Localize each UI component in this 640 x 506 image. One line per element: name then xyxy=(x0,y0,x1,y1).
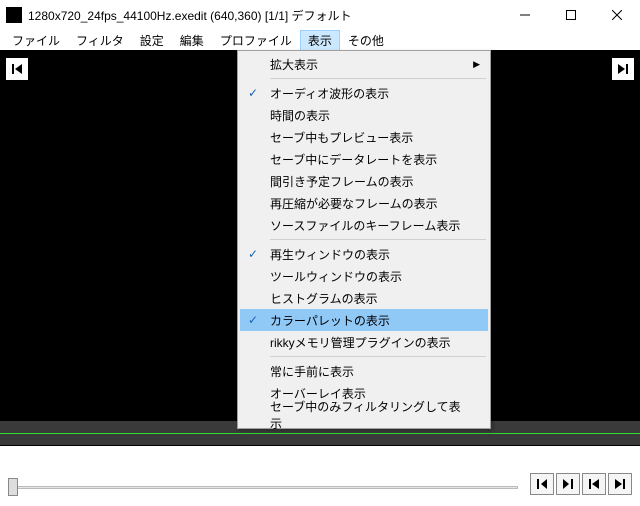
app-icon xyxy=(6,7,22,23)
menu-entry[interactable]: ✓ カラーパレットの表示 xyxy=(240,309,488,331)
menu-entry[interactable]: セーブ中のみフィルタリングして表示 xyxy=(240,404,488,426)
menu-entry[interactable]: セーブ中にデータレートを表示 xyxy=(240,148,488,170)
step-back-button[interactable] xyxy=(530,473,554,495)
menu-entry[interactable]: セーブ中もプレビュー表示 xyxy=(240,126,488,148)
window-title: 1280x720_24fps_44100Hz.exedit (640,360) … xyxy=(28,7,352,24)
menu-entry[interactable]: ヒストグラムの表示 xyxy=(240,287,488,309)
next-frame-button[interactable] xyxy=(612,58,634,80)
menu-separator xyxy=(270,356,486,357)
view-menu-dropdown: 拡大表示 ▶ ✓ オーディオ波形の表示時間の表示セーブ中もプレビュー表示セーブ中にデー… xyxy=(237,50,491,429)
menu-item[interactable]: ファイル xyxy=(4,30,68,51)
menu-entry-label: ヒストグラムの表示 xyxy=(270,290,378,307)
check-icon: ✓ xyxy=(248,247,258,261)
menu-entry-label: セーブ中もプレビュー表示 xyxy=(270,129,413,146)
menu-separator xyxy=(270,78,486,79)
menu-entry[interactable]: ✓ オーディオ波形の表示 xyxy=(240,82,488,104)
menu-item[interactable]: 編集 xyxy=(172,30,212,51)
prev-frame-button[interactable] xyxy=(6,58,28,80)
menu-entry[interactable]: ツールウィンドウの表示 xyxy=(240,265,488,287)
minimize-button[interactable] xyxy=(502,0,548,30)
step-forward-button[interactable] xyxy=(556,473,580,495)
menu-item[interactable]: 設定 xyxy=(132,30,172,51)
menu-item[interactable]: 表示 xyxy=(300,30,340,51)
maximize-button[interactable] xyxy=(548,0,594,30)
menu-entry[interactable]: 間引き予定フレームの表示 xyxy=(240,170,488,192)
go-start-button[interactable] xyxy=(582,473,606,495)
slider-thumb[interactable] xyxy=(8,478,18,496)
menu-entry[interactable]: rikkyメモリ管理プラグインの表示 xyxy=(240,331,488,353)
menu-entry-label: rikkyメモリ管理プラグインの表示 xyxy=(270,334,451,351)
menu-bar: ファイルフィルタ設定編集プロファイル表示その他 xyxy=(0,30,640,50)
close-button[interactable] xyxy=(594,0,640,30)
timeline-track xyxy=(0,433,640,434)
menu-entry[interactable]: 時間の表示 xyxy=(240,104,488,126)
menu-entry[interactable]: 常に手前に表示 xyxy=(240,360,488,382)
title-bar: 1280x720_24fps_44100Hz.exedit (640,360) … xyxy=(0,0,640,30)
check-icon: ✓ xyxy=(248,86,258,100)
menu-entry-label: ツールウィンドウの表示 xyxy=(270,268,402,285)
menu-entry-label: 再生ウィンドウの表示 xyxy=(270,246,390,263)
menu-entry-label: 再圧縮が必要なフレームの表示 xyxy=(270,195,438,212)
menu-entry[interactable]: ソースファイルのキーフレーム表示 xyxy=(240,214,488,236)
menu-entry-label: オーディオ波形の表示 xyxy=(270,85,389,102)
menu-item[interactable]: フィルタ xyxy=(68,30,132,51)
menu-entry-label: セーブ中のみフィルタリングして表示 xyxy=(270,398,468,432)
menu-entry[interactable]: ✓ 再生ウィンドウの表示 xyxy=(240,243,488,265)
go-end-button[interactable] xyxy=(608,473,632,495)
menu-entry-label: カラーパレットの表示 xyxy=(270,312,390,329)
chevron-right-icon: ▶ xyxy=(473,59,480,70)
menu-item[interactable]: その他 xyxy=(340,30,392,51)
playback-controls xyxy=(0,462,640,506)
menu-entry[interactable]: 拡大表示 ▶ xyxy=(240,53,488,75)
menu-entry-label: セーブ中にデータレートを表示 xyxy=(270,151,437,168)
menu-entry-label: 拡大表示 xyxy=(270,56,318,73)
menu-entry[interactable]: 再圧縮が必要なフレームの表示 xyxy=(240,192,488,214)
menu-separator xyxy=(270,239,486,240)
menu-entry-label: 時間の表示 xyxy=(270,107,330,124)
menu-entry-label: ソースファイルのキーフレーム表示 xyxy=(270,217,460,234)
menu-entry-label: 間引き予定フレームの表示 xyxy=(270,173,414,190)
menu-item[interactable]: プロファイル xyxy=(212,30,300,51)
slider-track xyxy=(8,486,518,489)
seek-slider[interactable] xyxy=(8,478,518,496)
menu-entry-label: 常に手前に表示 xyxy=(270,363,354,380)
check-icon: ✓ xyxy=(248,313,258,327)
